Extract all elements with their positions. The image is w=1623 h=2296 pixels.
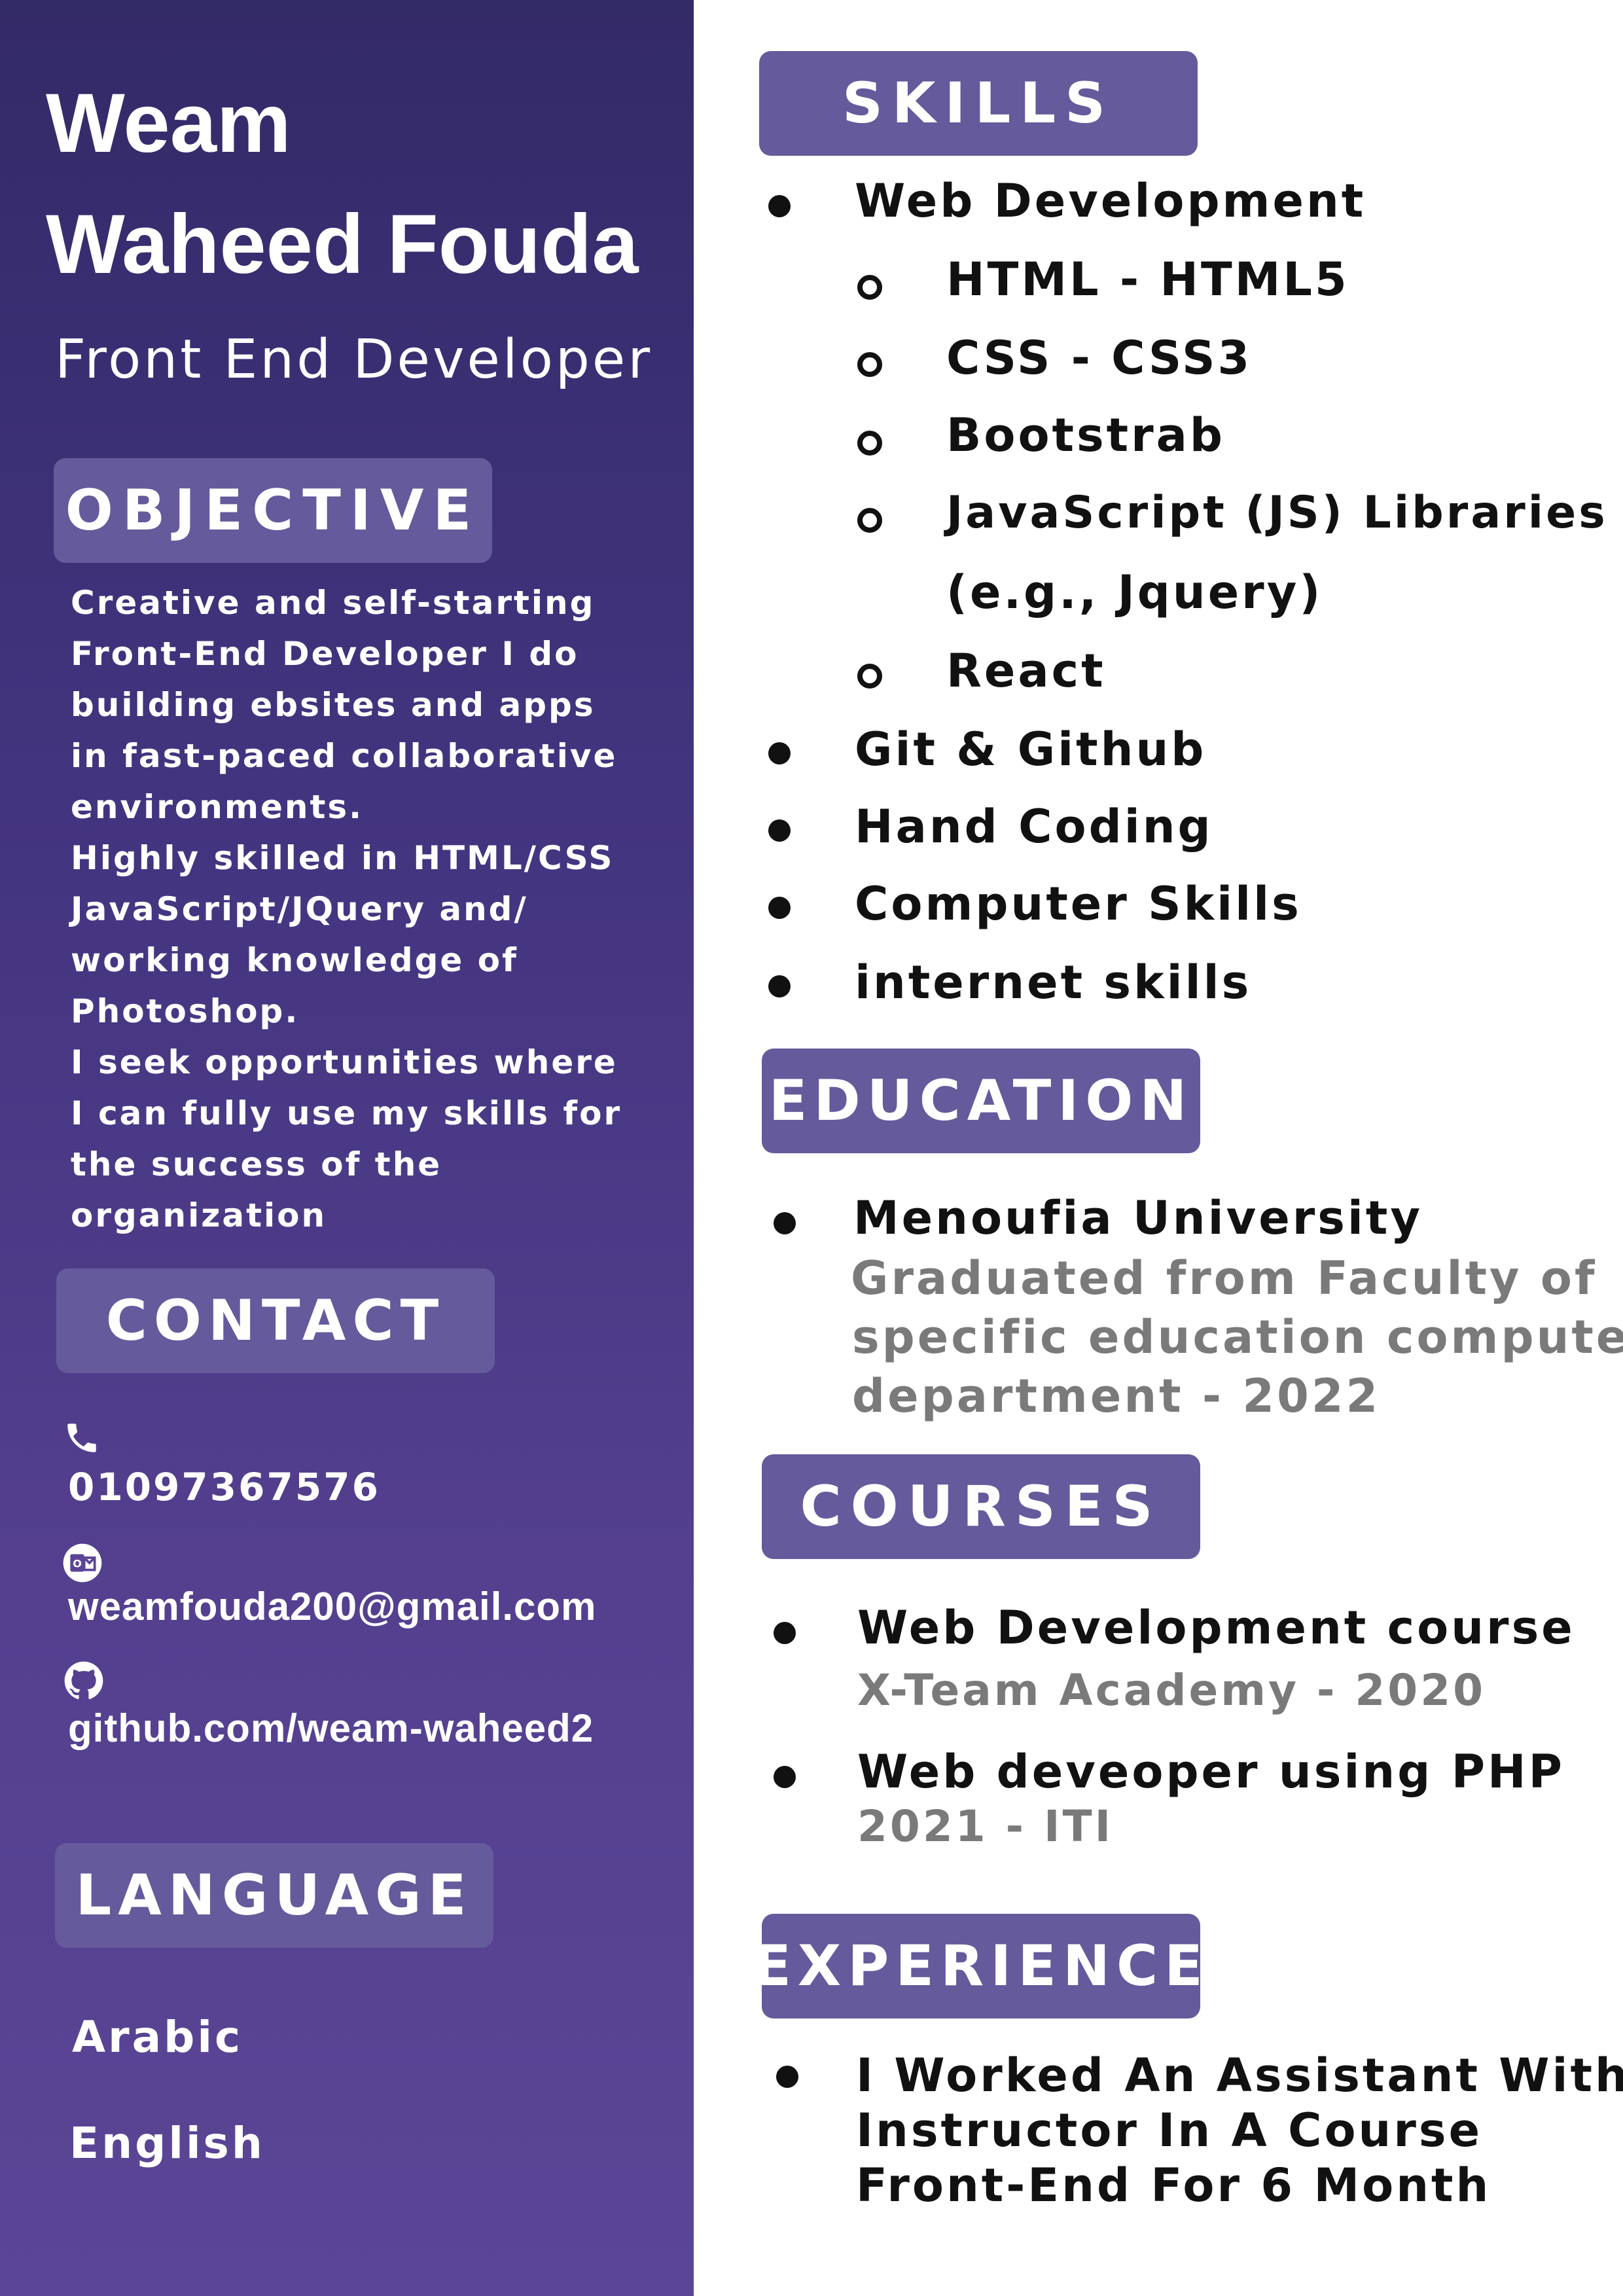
bullet-dot	[768, 897, 791, 919]
skill-bootstrap: Bootstrab	[946, 408, 1225, 462]
experience-line: Instructor In A Course	[856, 2104, 1483, 2157]
courses-heading: COURSES	[762, 1454, 1200, 1559]
email-link[interactable]: weamfouda200@gmail.com	[68, 1584, 596, 1629]
phone-number[interactable]: 01097367576	[68, 1465, 380, 1509]
contact-heading: CONTACT	[56, 1268, 495, 1373]
objective-line: working knowledge of	[71, 941, 518, 979]
education-heading: EDUCATION	[762, 1049, 1200, 1153]
skill-html: HTML - HTML5	[946, 253, 1349, 306]
language-heading: LANGUAGE	[55, 1843, 493, 1948]
github-link[interactable]: github.com/weam-waheed2	[68, 1706, 594, 1751]
skill-computer: Computer Skills	[855, 877, 1302, 931]
education-line: specific education computer	[852, 1310, 1623, 1364]
outlook-icon: O	[63, 1543, 102, 1583]
skill-internet: internet skills	[855, 956, 1252, 1009]
objective-line: JavaScript/JQuery and/	[71, 890, 528, 928]
first-name: Weam	[46, 77, 291, 170]
bullet-dot	[768, 742, 791, 764]
education-line: Graduated from Faculty of	[851, 1251, 1597, 1305]
experience-heading: EXPERIENCE	[753, 1914, 1203, 2018]
svg-text:O: O	[73, 1558, 82, 1570]
bullet-ring	[857, 431, 882, 456]
bullet-dot	[774, 1212, 796, 1234]
skills-heading: SKILLS	[759, 51, 1198, 156]
bullet-ring	[857, 508, 882, 533]
education-school: Menoufia University	[853, 1191, 1423, 1245]
course-name: Web deveoper using PHP	[857, 1745, 1565, 1799]
objective-line: environments.	[71, 788, 364, 826]
skill-css: CSS - CSS3	[946, 331, 1253, 385]
course-name: Web Development course	[857, 1601, 1575, 1655]
skill-react: React	[946, 644, 1106, 698]
objective-text: Creative and self-starting Front-End Dev…	[71, 577, 694, 1241]
bullet-dot	[768, 975, 791, 997]
skill-js-libraries-example: (e.g., Jquery)	[946, 565, 1323, 619]
language-item-arabic: Arabic	[72, 2012, 243, 2062]
github-icon	[64, 1661, 103, 1700]
objective-line: building ebsites and apps	[71, 686, 596, 724]
objective-line: Photoshop.	[71, 992, 300, 1030]
skill-js-libraries: JavaScript (JS) Libraries	[946, 487, 1608, 539]
education-line: department - 2022	[852, 1369, 1381, 1423]
experience-line: Front-End For 6 Month	[856, 2159, 1491, 2212]
objective-line: the success of the organization	[71, 1145, 442, 1234]
experience-line: I Worked An Assistant With	[856, 2049, 1623, 2102]
objective-line: I seek opportunities where	[71, 1043, 618, 1081]
course-detail: X-Team Academy - 2020	[857, 1665, 1486, 1715]
skill-git: Git & Github	[855, 723, 1207, 776]
last-name: Waheed Fouda	[46, 198, 639, 291]
phone-icon	[67, 1424, 96, 1452]
objective-line: in fast-paced collaborative	[71, 737, 618, 775]
sidebar: Weam Waheed Fouda Front End Developer OB…	[0, 0, 694, 2296]
job-title: Front End Developer	[55, 329, 653, 391]
skill-hand-coding: Hand Coding	[855, 800, 1213, 853]
objective-heading: OBJECTIVE	[54, 458, 492, 563]
objective-line: I can fully use my skills for	[71, 1094, 622, 1132]
bullet-ring	[857, 352, 882, 377]
objective-line: Front-End Developer I do	[71, 635, 579, 673]
language-item-english: English	[69, 2118, 265, 2168]
bullet-dot	[768, 195, 791, 217]
bullet-dot	[776, 2066, 798, 2088]
objective-line: Creative and self-starting	[71, 584, 596, 622]
skill-web-development: Web Development	[855, 174, 1366, 228]
bullet-dot	[774, 1766, 796, 1788]
bullet-ring	[857, 275, 882, 300]
objective-line: Highly skilled in HTML/CSS	[71, 839, 615, 877]
bullet-dot	[768, 819, 791, 842]
bullet-dot	[774, 1622, 796, 1644]
bullet-ring	[857, 664, 882, 689]
course-detail: 2021 - ITI	[857, 1801, 1114, 1852]
